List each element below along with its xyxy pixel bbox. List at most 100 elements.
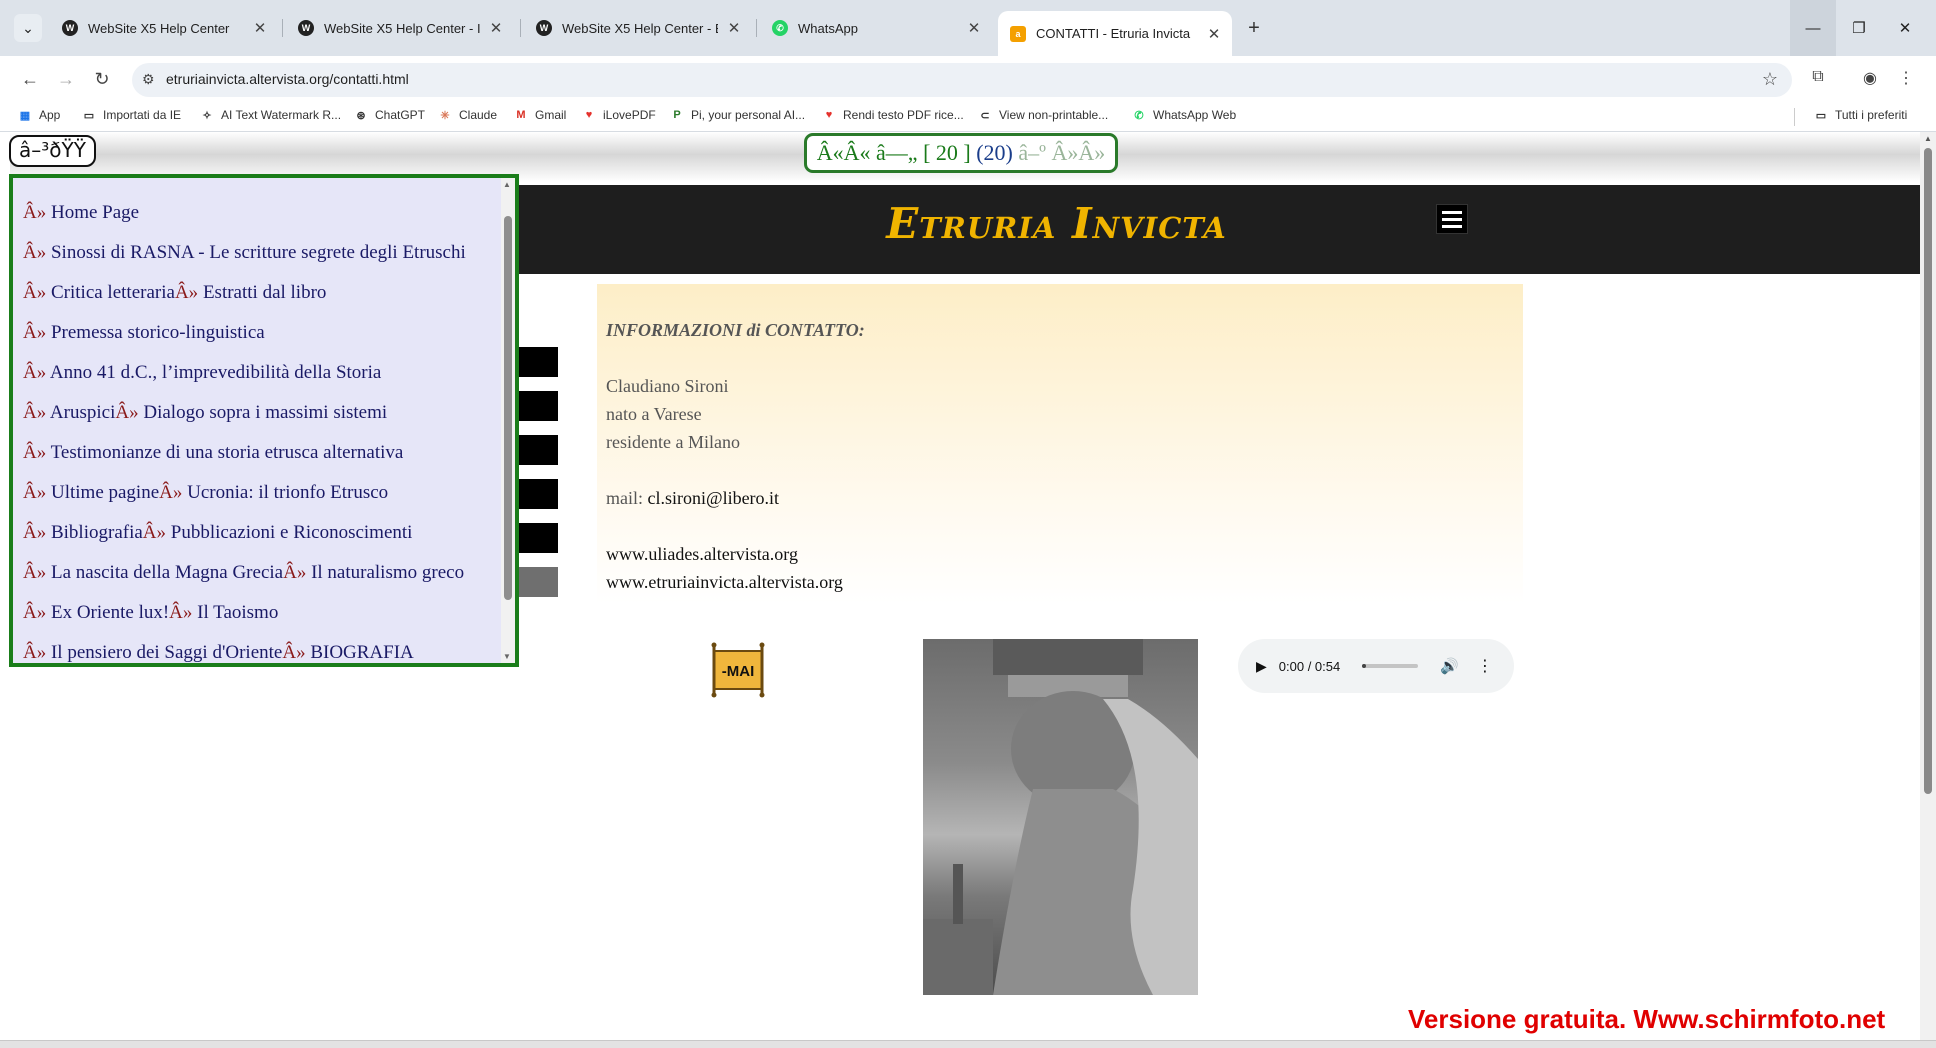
dropdown-item-label: La nascita della Magna Grecia [46, 562, 284, 583]
page-scroll-thumb[interactable] [1924, 148, 1932, 794]
scroll-up-icon[interactable]: ▲ [503, 180, 511, 189]
dropdown-item[interactable]: Â» La nascita della Magna GreciaÂ» Il na… [13, 556, 501, 596]
bookmark-watermark[interactable]: ✧ AI Text Watermark R... [200, 108, 341, 122]
forward-button[interactable]: → [52, 65, 80, 93]
websitex5-icon: W [536, 20, 552, 36]
dropdown-scrollbar[interactable]: ▲ ▼ [501, 178, 515, 663]
back-button[interactable]: ← [16, 65, 44, 93]
restore-button[interactable]: ❐ [1836, 0, 1882, 56]
bookmark-pi[interactable]: P Pi, your personal AI... [670, 108, 805, 122]
dropdown-item[interactable]: Â» Anno 41 d.C., l’imprevedibilità della… [13, 356, 501, 396]
contact-heading: INFORMAZIONI di CONTATTO: [606, 320, 865, 340]
dropdown-item[interactable]: Â» Sinossi di RASNA - Le scritture segre… [13, 236, 501, 276]
bookmark-claude[interactable]: ✳ Claude [438, 108, 497, 122]
bookmark-star-icon[interactable]: ☆ [1762, 69, 1778, 90]
bookmark-ilovepdf[interactable]: ♥ iLovePDF [582, 108, 656, 122]
contact-residence: residente a Milano [606, 432, 740, 452]
new-tab-button[interactable]: + [1240, 14, 1268, 42]
bookmark-label: View non-printable... [999, 108, 1109, 122]
dropdown-item[interactable]: Â» Il pensiero dei Saggi d'OrienteÂ» BIO… [13, 636, 501, 663]
tab-websitex5-1[interactable]: W WebSite X5 Help Center ✕ [50, 11, 278, 45]
bookmark-rendi-pdf[interactable]: ♥ Rendi testo PDF rice... [822, 108, 964, 122]
scroll-down-icon[interactable]: ▼ [503, 652, 511, 661]
more-options-icon[interactable]: ⋮ [1477, 656, 1493, 676]
profile-icon[interactable]: ◉ [1858, 68, 1882, 92]
dropdown-marker: Â» [283, 562, 307, 583]
apps-grid-icon: ▦ [19, 109, 31, 122]
dropdown-item-sublabel: Dialogo sopra i massimi sistemi [138, 402, 388, 423]
tab-contatti[interactable]: a CONTATTI - Etruria Invicta ✕ [998, 11, 1232, 56]
dropdown-scroll-thumb[interactable] [504, 216, 512, 600]
dropdown-marker: Â» [23, 602, 47, 623]
statue-silhouette [923, 639, 1198, 995]
scroll-mai-icon[interactable]: -MAI [708, 641, 768, 699]
website-link-1[interactable]: www.uliades.altervista.org [606, 544, 798, 565]
bookmark-whatsapp-web[interactable]: ✆ WhatsApp Web [1132, 108, 1236, 122]
url-text: etruriainvicta.altervista.org/contatti.h… [166, 71, 409, 87]
counter-prev[interactable]: Â«Â« â—„ [817, 140, 918, 165]
reload-button[interactable]: ↻ [88, 65, 116, 93]
hamburger-menu-icon[interactable] [1436, 204, 1468, 234]
page-scrollbar[interactable]: ▲ [1920, 132, 1936, 1040]
tab-search-button[interactable]: ⌄ [14, 14, 42, 42]
dropdown-item[interactable]: Â» BibliografiaÂ» Pubblicazioni e Ricono… [13, 516, 501, 556]
bookmark-app[interactable]: ▦ App [18, 108, 61, 122]
restore-icon: ❐ [1852, 20, 1866, 37]
page-index-dropdown[interactable]: Â» Home Page Â» Sinossi di RASNA - Le scr… [9, 174, 519, 667]
bookmark-view-nonprintable[interactable]: ⊂ View non-printable... [978, 108, 1108, 122]
dropdown-marker: Â» [23, 522, 47, 543]
dropdown-item[interactable]: Â» Ex Oriente lux!Â» Il Taoismo [13, 596, 501, 636]
scroll-up-icon[interactable]: ▲ [1924, 134, 1932, 143]
minimize-button[interactable]: — [1790, 0, 1836, 56]
watermark-text: Versione gratuita. Www.schirmfoto.net [1408, 1004, 1886, 1034]
close-icon[interactable]: ✕ [1206, 25, 1222, 43]
arrow-left-icon: ← [21, 68, 39, 89]
counter-next[interactable]: â–º Â»Â» [1018, 140, 1105, 165]
dropdown-marker: Â» [282, 642, 306, 663]
dropdown-item[interactable]: Â» Testimonianze di una storia etrusca a… [13, 436, 501, 476]
play-icon[interactable]: ▶ [1256, 658, 1267, 675]
address-bar[interactable]: ⚙ etruriainvicta.altervista.org/contatti… [132, 63, 1792, 97]
bookmark-gmail[interactable]: M Gmail [514, 108, 566, 122]
tab-websitex5-2[interactable]: W WebSite X5 Help Center - Impo ✕ [286, 11, 514, 45]
close-icon[interactable]: ✕ [726, 19, 742, 37]
dropdown-item[interactable]: Â» Premessa storico-linguistica [13, 316, 501, 356]
contact-mail-row: mail: cl.sironi@libero.it [606, 488, 779, 509]
folder-icon: ▭ [83, 109, 95, 122]
dropdown-item[interactable]: Â» Critica letterariaÂ» Estratti dal lib… [13, 276, 501, 316]
status-strip [0, 1040, 1936, 1048]
volume-icon[interactable]: 🔊 [1440, 657, 1459, 675]
dropdown-item[interactable]: Â» AruspiciÂ» Dialogo sopra i massimi si… [13, 396, 501, 436]
close-window-button[interactable]: ✕ [1882, 0, 1928, 56]
bookmark-label: Pi, your personal AI... [691, 108, 806, 122]
caryatid-statue-image [923, 639, 1198, 995]
site-settings-icon[interactable]: ⚙ [142, 71, 155, 88]
close-icon[interactable]: ✕ [252, 19, 268, 37]
audio-seek-slider[interactable] [1362, 664, 1419, 668]
folder-icon: ▭ [1815, 109, 1827, 122]
page-counter: Â«Â« â—„ [ 20 ] (20) â–º Â»Â» [804, 133, 1118, 173]
bookmarks-bar: ▦ App ▭ Importati da IE ✧ AI Text Watermark… [0, 102, 1936, 132]
websitex5-icon: W [298, 20, 314, 36]
websitex5-icon: W [62, 20, 78, 36]
reload-icon: ↻ [94, 68, 110, 89]
bookmark-chatgpt[interactable]: ⊛ ChatGPT [354, 108, 425, 122]
tab-separator [520, 19, 521, 37]
tab-websitex5-3[interactable]: W WebSite X5 Help Center - Evide ✕ [524, 11, 752, 45]
website-link-2[interactable]: www.etruriainvicta.altervista.org [606, 572, 843, 593]
dropdown-item[interactable]: Â» Ultime pagineÂ» Ucronia: il trionfo E… [13, 476, 501, 516]
audio-player[interactable]: ▶ 0:00 / 0:54 🔊 ⋮ [1238, 639, 1514, 693]
dropdown-item-label: Critica letteraria [46, 282, 175, 303]
close-icon[interactable]: ✕ [488, 19, 504, 37]
dropdown-marker: Â» [23, 282, 47, 303]
tab-whatsapp[interactable]: ✆ WhatsApp ✕ [760, 11, 992, 45]
mail-link[interactable]: cl.sironi@libero.it [648, 488, 780, 508]
bookmark-importati[interactable]: ▭ Importati da IE [82, 108, 181, 122]
close-icon: ✕ [1898, 20, 1912, 37]
language-toggle-button[interactable]: â–³ðŸŸ [9, 135, 96, 167]
menu-kebab-icon[interactable]: ⋮ [1894, 68, 1918, 92]
extensions-icon[interactable]: ⧉ [1806, 68, 1830, 92]
dropdown-item[interactable]: Â» Home Page [13, 196, 501, 236]
bookmark-all-favorites[interactable]: ▭ Tutti i preferiti [1814, 108, 1907, 122]
close-icon[interactable]: ✕ [966, 19, 982, 37]
